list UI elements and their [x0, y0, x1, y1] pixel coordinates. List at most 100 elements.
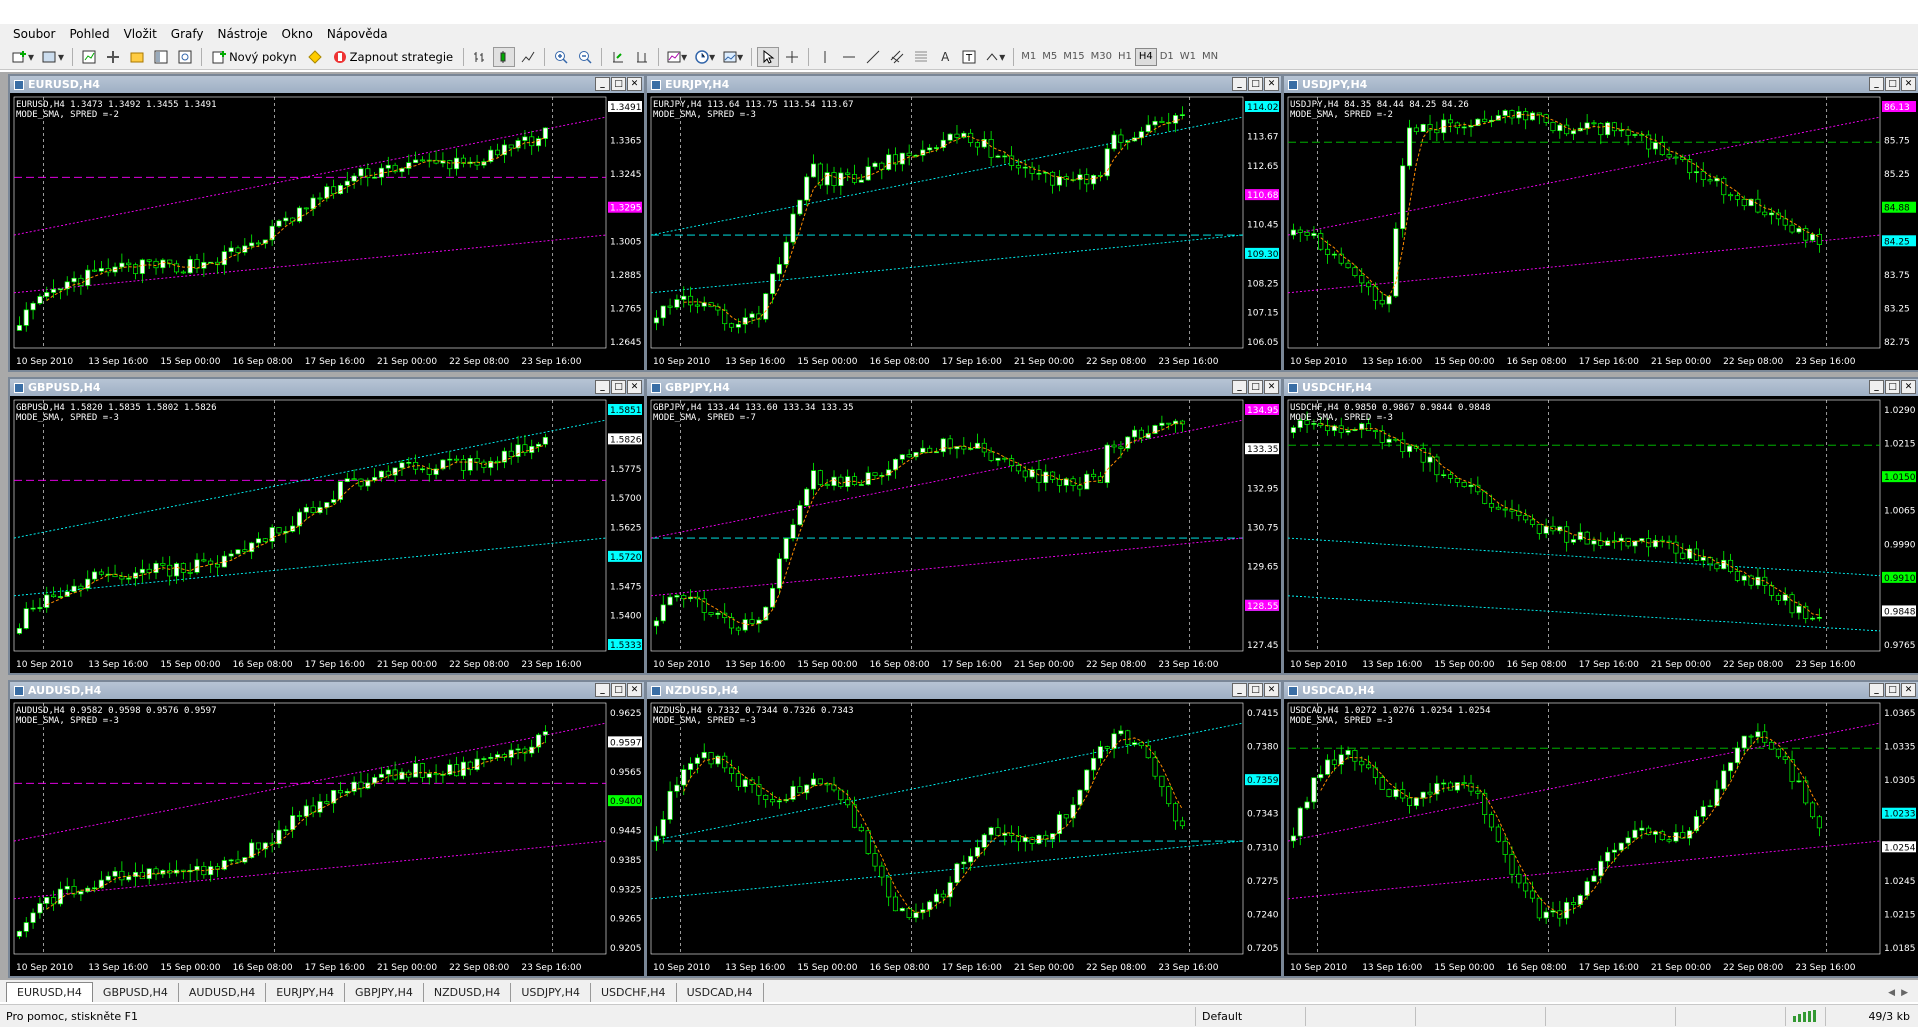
menu-grafy[interactable]: Grafy — [164, 27, 211, 41]
chart-titlebar[interactable]: USDCAD,H4 _ □ ✕ — [1284, 682, 1918, 699]
chart-tab-eurusd[interactable]: EURUSD,H4 — [6, 982, 93, 1002]
close-icon[interactable]: ✕ — [627, 380, 642, 394]
market-watch-icon[interactable] — [78, 47, 100, 67]
horizontal-line-icon[interactable] — [838, 47, 860, 67]
chart-window-nzdusd[interactable]: NZDUSD,H4 _□✕ 0.7415 0.7380 0.7359 0.7343 0.73… — [645, 680, 1283, 978]
close-icon[interactable]: ✕ — [627, 77, 642, 91]
fibonacci-icon[interactable] — [910, 47, 932, 67]
maximize-icon[interactable]: □ — [1885, 683, 1900, 697]
strategy-tester-icon[interactable] — [174, 47, 196, 67]
price-chart[interactable]: 86.13 85.75 85.25 84.88 84.25 83.75 83.25 82.75… — [1284, 93, 1918, 370]
timeframe-mn[interactable]: MN — [1199, 48, 1221, 66]
minimize-icon[interactable]: _ — [595, 77, 610, 91]
expert-advisors-button[interactable]: Zapnout strategie — [328, 47, 458, 67]
close-icon[interactable]: ✕ — [627, 683, 642, 697]
timeframe-d1[interactable]: D1 — [1157, 48, 1177, 66]
price-chart[interactable]: 0.7415 0.7380 0.7359 0.7343 0.7310 0.7275 0.72… — [647, 699, 1281, 976]
chart-titlebar[interactable]: GBPJPY,H4 _ □ ✕ — [647, 379, 1281, 396]
menu-okno[interactable]: Okno — [275, 27, 320, 41]
chart-titlebar[interactable]: USDCHF,H4 _ □ ✕ — [1284, 379, 1918, 396]
close-icon[interactable]: ✕ — [1901, 380, 1916, 394]
price-chart[interactable]: 1.58511.58261.57751.57001.56251.55501.54… — [10, 396, 644, 673]
text-icon[interactable]: A — [934, 47, 956, 67]
zoom-in-icon[interactable] — [550, 47, 572, 67]
cursor-icon[interactable] — [757, 46, 780, 67]
auto-scroll-icon[interactable] — [607, 47, 629, 67]
chart-titlebar[interactable]: EURUSD,H4 _ □ ✕ — [10, 76, 644, 93]
vertical-line-icon[interactable] — [814, 47, 836, 67]
menu-soubor[interactable]: Soubor — [6, 27, 62, 41]
tab-scroll-left-icon[interactable]: ◀ — [1888, 988, 1895, 998]
crosshair-icon[interactable] — [781, 47, 803, 67]
templates-icon[interactable]: ▾ — [720, 47, 746, 67]
periodicity-icon[interactable]: ▾ — [692, 47, 718, 67]
line-chart-icon[interactable] — [517, 47, 539, 67]
menu-nastroje[interactable]: Nástroje — [211, 27, 275, 41]
chart-window-audusd[interactable]: AUDUSD,H4_□✕0.96250.95970.95650.95050.94… — [8, 680, 646, 978]
timeframe-m15[interactable]: M15 — [1060, 48, 1087, 66]
minimize-icon[interactable]: _ — [1869, 683, 1884, 697]
chart-tab-nzdusd[interactable]: NZDUSD,H4 — [424, 983, 512, 1002]
timeframe-m30[interactable]: M30 — [1088, 48, 1115, 66]
price-chart[interactable]: 0.96250.95970.95650.95050.94450.93850.93… — [10, 699, 644, 976]
minimize-icon[interactable]: _ — [595, 380, 610, 394]
timeframe-w1[interactable]: W1 — [1177, 48, 1199, 66]
timeframe-m5[interactable]: M5 — [1039, 48, 1060, 66]
price-chart[interactable]: 134.95 133.35 132.95 130.75 129.65 128.55 127.… — [647, 396, 1281, 673]
chart-tab-usdchf[interactable]: USDCHF,H4 — [591, 983, 677, 1002]
chart-window-gbpjpy[interactable]: GBPJPY,H4 _□✕ 134.95 133.35 132.95 130.75 129.… — [645, 377, 1283, 675]
close-icon[interactable]: ✕ — [1264, 683, 1279, 697]
timeframe-h4[interactable]: H4 — [1134, 47, 1157, 66]
zoom-out-icon[interactable] — [574, 47, 596, 67]
data-window-icon[interactable] — [102, 47, 124, 67]
price-chart[interactable]: 1.0290 1.0215 1.0150 1.0065 0.9990 0.9910 0.98… — [1284, 396, 1918, 673]
minimize-icon[interactable]: _ — [1232, 380, 1247, 394]
close-icon[interactable]: ✕ — [1264, 380, 1279, 394]
maximize-icon[interactable]: □ — [1885, 380, 1900, 394]
maximize-icon[interactable]: □ — [611, 380, 626, 394]
chart-titlebar[interactable]: EURJPY,H4 _ □ ✕ — [647, 76, 1281, 93]
equidistant-channel-icon[interactable] — [886, 47, 908, 67]
chart-titlebar[interactable]: NZDUSD,H4 _ □ ✕ — [647, 682, 1281, 699]
minimize-icon[interactable]: _ — [1232, 683, 1247, 697]
chart-tab-gbpjpy[interactable]: GBPJPY,H4 — [345, 983, 424, 1002]
minimize-icon[interactable]: _ — [1232, 77, 1247, 91]
menu-pohled[interactable]: Pohled — [62, 27, 116, 41]
maximize-icon[interactable]: □ — [1248, 380, 1263, 394]
chart-window-usdcad[interactable]: USDCAD,H4_□✕1.03651.03351.03051.02751.02… — [1282, 680, 1918, 978]
metaeditor-icon[interactable] — [304, 47, 326, 67]
timeframe-m1[interactable]: M1 — [1018, 48, 1039, 66]
chart-tab-gbpusd[interactable]: GBPUSD,H4 — [93, 983, 179, 1002]
price-chart[interactable]: 114.02113.67112.65111.55110.45109.30108.… — [647, 93, 1281, 370]
timeframe-h1[interactable]: H1 — [1115, 48, 1135, 66]
chart-window-eurjpy[interactable]: EURJPY,H4_□✕114.02113.67112.65111.55110.… — [645, 74, 1283, 372]
maximize-icon[interactable]: □ — [1248, 683, 1263, 697]
chart-tab-audusd[interactable]: AUDUSD,H4 — [179, 983, 267, 1002]
profiles-icon[interactable]: ▾ — [39, 47, 67, 67]
close-icon[interactable]: ✕ — [1901, 683, 1916, 697]
chart-titlebar[interactable]: USDJPY,H4 _ □ ✕ — [1284, 76, 1918, 93]
price-chart[interactable]: 1.34911.33651.32451.31251.30051.28851.27… — [10, 93, 644, 370]
price-chart[interactable]: 1.03651.03351.03051.02751.02541.02451.02… — [1284, 699, 1918, 976]
bar-chart-icon[interactable] — [469, 47, 491, 67]
chart-titlebar[interactable]: GBPUSD,H4 _ □ ✕ — [10, 379, 644, 396]
chart-tab-usdcad[interactable]: USDCAD,H4 — [677, 983, 764, 1002]
tab-scroll-right-icon[interactable]: ▶ — [1901, 988, 1908, 998]
chart-shift-icon[interactable] — [631, 47, 653, 67]
maximize-icon[interactable]: □ — [611, 683, 626, 697]
candlestick-chart-icon[interactable] — [493, 46, 516, 67]
chart-tab-eurjpy[interactable]: EURJPY,H4 — [266, 983, 346, 1002]
menu-napoveda[interactable]: Nápověda — [320, 27, 395, 41]
close-icon[interactable]: ✕ — [1901, 77, 1916, 91]
chart-tab-usdjpy[interactable]: USDJPY,H4 — [511, 983, 591, 1002]
new-order-button[interactable]: Nový pokyn — [207, 47, 302, 67]
chart-window-usdjpy[interactable]: USDJPY,H4 _□✕ 86.13 85.75 85.25 84.88 84.25 83.… — [1282, 74, 1918, 372]
navigator-icon[interactable] — [126, 47, 148, 67]
maximize-icon[interactable]: □ — [611, 77, 626, 91]
chart-window-eurusd[interactable]: EURUSD,H4_□✕1.34911.33651.32451.31251.30… — [8, 74, 646, 372]
chart-titlebar[interactable]: AUDUSD,H4 _ □ ✕ — [10, 682, 644, 699]
maximize-icon[interactable]: □ — [1885, 77, 1900, 91]
text-label-icon[interactable]: T — [958, 47, 980, 67]
menu-vlozit[interactable]: Vložit — [117, 27, 164, 41]
trendline-icon[interactable] — [862, 47, 884, 67]
